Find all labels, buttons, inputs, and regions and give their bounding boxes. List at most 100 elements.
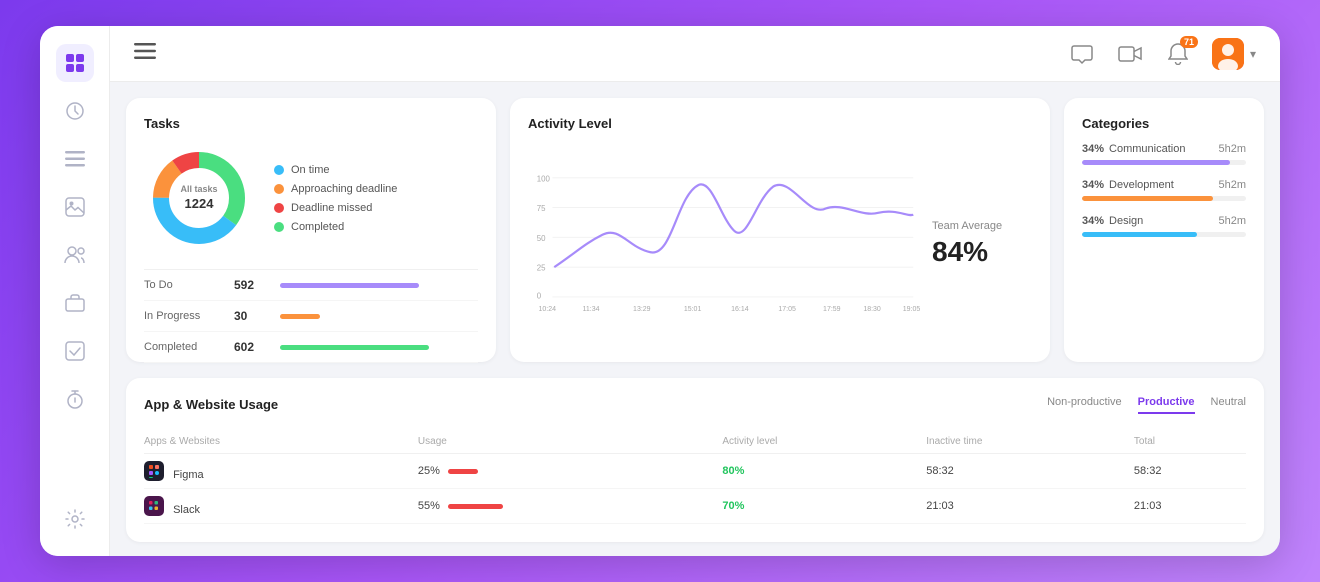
main-content: 71 ▾ Tasks — [110, 26, 1280, 556]
legend-missed: Deadline missed — [274, 202, 397, 214]
figma-app-cell: Figma — [144, 454, 418, 489]
legend-on-time: On time — [274, 164, 397, 176]
cat-dev-header: 34% Development 5h2m — [1082, 179, 1246, 191]
sidebar-item-briefcase[interactable] — [56, 284, 94, 322]
col-activity: Activity level — [722, 432, 926, 454]
category-communication: 34% Communication 5h2m — [1082, 143, 1246, 165]
completed-bar — [280, 345, 429, 350]
missed-dot — [274, 203, 284, 213]
figma-activity: 80% — [722, 454, 926, 489]
svg-text:75: 75 — [537, 204, 546, 213]
svg-text:10:24: 10:24 — [538, 306, 556, 313]
cat-dev-pct: 34% — [1082, 179, 1104, 191]
usage-title: App & Website Usage — [144, 397, 278, 412]
svg-text:11:34: 11:34 — [583, 306, 600, 313]
activity-inner: 100 75 50 25 0 — [528, 143, 1032, 344]
sidebar-item-image[interactable] — [56, 188, 94, 226]
activity-title: Activity Level — [528, 116, 1032, 131]
col-usage: Usage — [418, 432, 722, 454]
figma-activity-val: 80% — [722, 465, 744, 477]
sidebar-item-dashboard[interactable] — [56, 44, 94, 82]
cat-comm-header: 34% Communication 5h2m — [1082, 143, 1246, 155]
task-row-inprogress: In Progress 30 — [144, 301, 478, 332]
completed-count: 602 — [234, 340, 270, 354]
user-menu[interactable]: ▾ — [1212, 38, 1256, 70]
slack-activity-val: 70% — [722, 500, 744, 512]
sidebar-item-list[interactable] — [56, 140, 94, 178]
svg-text:18:30: 18:30 — [863, 306, 881, 313]
chat-icon-button[interactable] — [1068, 40, 1096, 68]
completed-label: Completed — [291, 221, 344, 233]
figma-icon — [144, 461, 164, 481]
task-row-completed: Completed 602 — [144, 332, 478, 363]
category-development: 34% Development 5h2m — [1082, 179, 1246, 201]
team-avg-value: 84% — [932, 236, 988, 268]
todo-bar-wrap — [280, 283, 478, 288]
line-chart-svg: 100 75 50 25 0 — [528, 143, 922, 344]
col-total: Total — [1134, 432, 1246, 454]
todo-count: 592 — [234, 278, 270, 292]
slack-total: 21:03 — [1134, 489, 1246, 524]
tab-neutral[interactable]: Neutral — [1211, 396, 1246, 414]
donut-legend: On time Approaching deadline Deadline mi… — [274, 164, 397, 233]
notification-badge: 71 — [1180, 36, 1198, 48]
slack-activity: 70% — [722, 489, 926, 524]
table-row: Slack 55% 70% 21:03 21:03 — [144, 489, 1246, 524]
donut-chart: All tasks 1224 — [144, 143, 254, 253]
legend-completed: Completed — [274, 221, 397, 233]
cat-dev-name: Development — [1109, 179, 1174, 191]
on-time-label: On time — [291, 164, 330, 176]
cat-design-bar — [1082, 232, 1197, 237]
figma-name: Figma — [173, 469, 204, 481]
missed-label: Deadline missed — [291, 202, 372, 214]
video-icon-button[interactable] — [1116, 40, 1144, 68]
menu-button[interactable] — [134, 42, 156, 65]
on-time-dot — [274, 165, 284, 175]
inprogress-count: 30 — [234, 309, 270, 323]
svg-text:17:05: 17:05 — [778, 306, 796, 313]
col-inactive: Inactive time — [926, 432, 1134, 454]
figma-usage-pct: 25% — [418, 465, 440, 477]
cat-dev-name-wrap: 34% Development — [1082, 179, 1174, 191]
header-right: 71 ▾ — [1068, 38, 1256, 70]
sidebar-item-clock[interactable] — [56, 92, 94, 130]
usage-card: App & Website Usage Non-productive Produ… — [126, 378, 1264, 542]
top-content: Tasks — [110, 82, 1280, 378]
svg-text:13:29: 13:29 — [633, 306, 651, 313]
col-app: Apps & Websites — [144, 432, 418, 454]
svg-text:19:05: 19:05 — [903, 306, 921, 313]
cat-design-bar-bg — [1082, 232, 1246, 237]
cat-dev-bar — [1082, 196, 1213, 201]
figma-total: 58:32 — [1134, 454, 1246, 489]
slack-app-cell: Slack — [144, 489, 418, 524]
cat-comm-bar — [1082, 160, 1230, 165]
tab-productive[interactable]: Productive — [1138, 396, 1195, 414]
avatar — [1212, 38, 1244, 70]
figma-usage: 25% — [418, 454, 722, 489]
cat-comm-pct: 34% — [1082, 143, 1104, 155]
usage-header-row: App & Website Usage Non-productive Produ… — [144, 396, 1246, 424]
tab-non-productive[interactable]: Non-productive — [1047, 396, 1122, 414]
slack-inactive: 21:03 — [926, 489, 1134, 524]
usage-tabs: Non-productive Productive Neutral — [1047, 396, 1246, 414]
sidebar-item-settings[interactable] — [56, 500, 94, 538]
svg-text:15:01: 15:01 — [684, 306, 702, 313]
task-row-todo: To Do 592 — [144, 270, 478, 301]
team-average: Team Average 84% — [932, 143, 1032, 344]
sidebar — [40, 26, 110, 556]
cat-design-name-wrap: 34% Design — [1082, 215, 1143, 227]
slack-usage-bar — [448, 504, 503, 509]
cat-design-header: 34% Design 5h2m — [1082, 215, 1246, 227]
svg-text:17:59: 17:59 — [823, 306, 841, 313]
sidebar-item-check[interactable] — [56, 332, 94, 370]
sidebar-item-users[interactable] — [56, 236, 94, 274]
inprogress-bar — [280, 314, 320, 319]
donut-center-label: All tasks 1224 — [180, 183, 217, 213]
sidebar-item-timer[interactable] — [56, 380, 94, 418]
slack-icon — [144, 496, 164, 516]
tasks-card: Tasks — [126, 98, 496, 362]
approaching-dot — [274, 184, 284, 194]
category-design: 34% Design 5h2m — [1082, 215, 1246, 237]
task-rows: To Do 592 In Progress 30 C — [144, 269, 478, 363]
bell-icon-button[interactable]: 71 — [1164, 40, 1192, 68]
